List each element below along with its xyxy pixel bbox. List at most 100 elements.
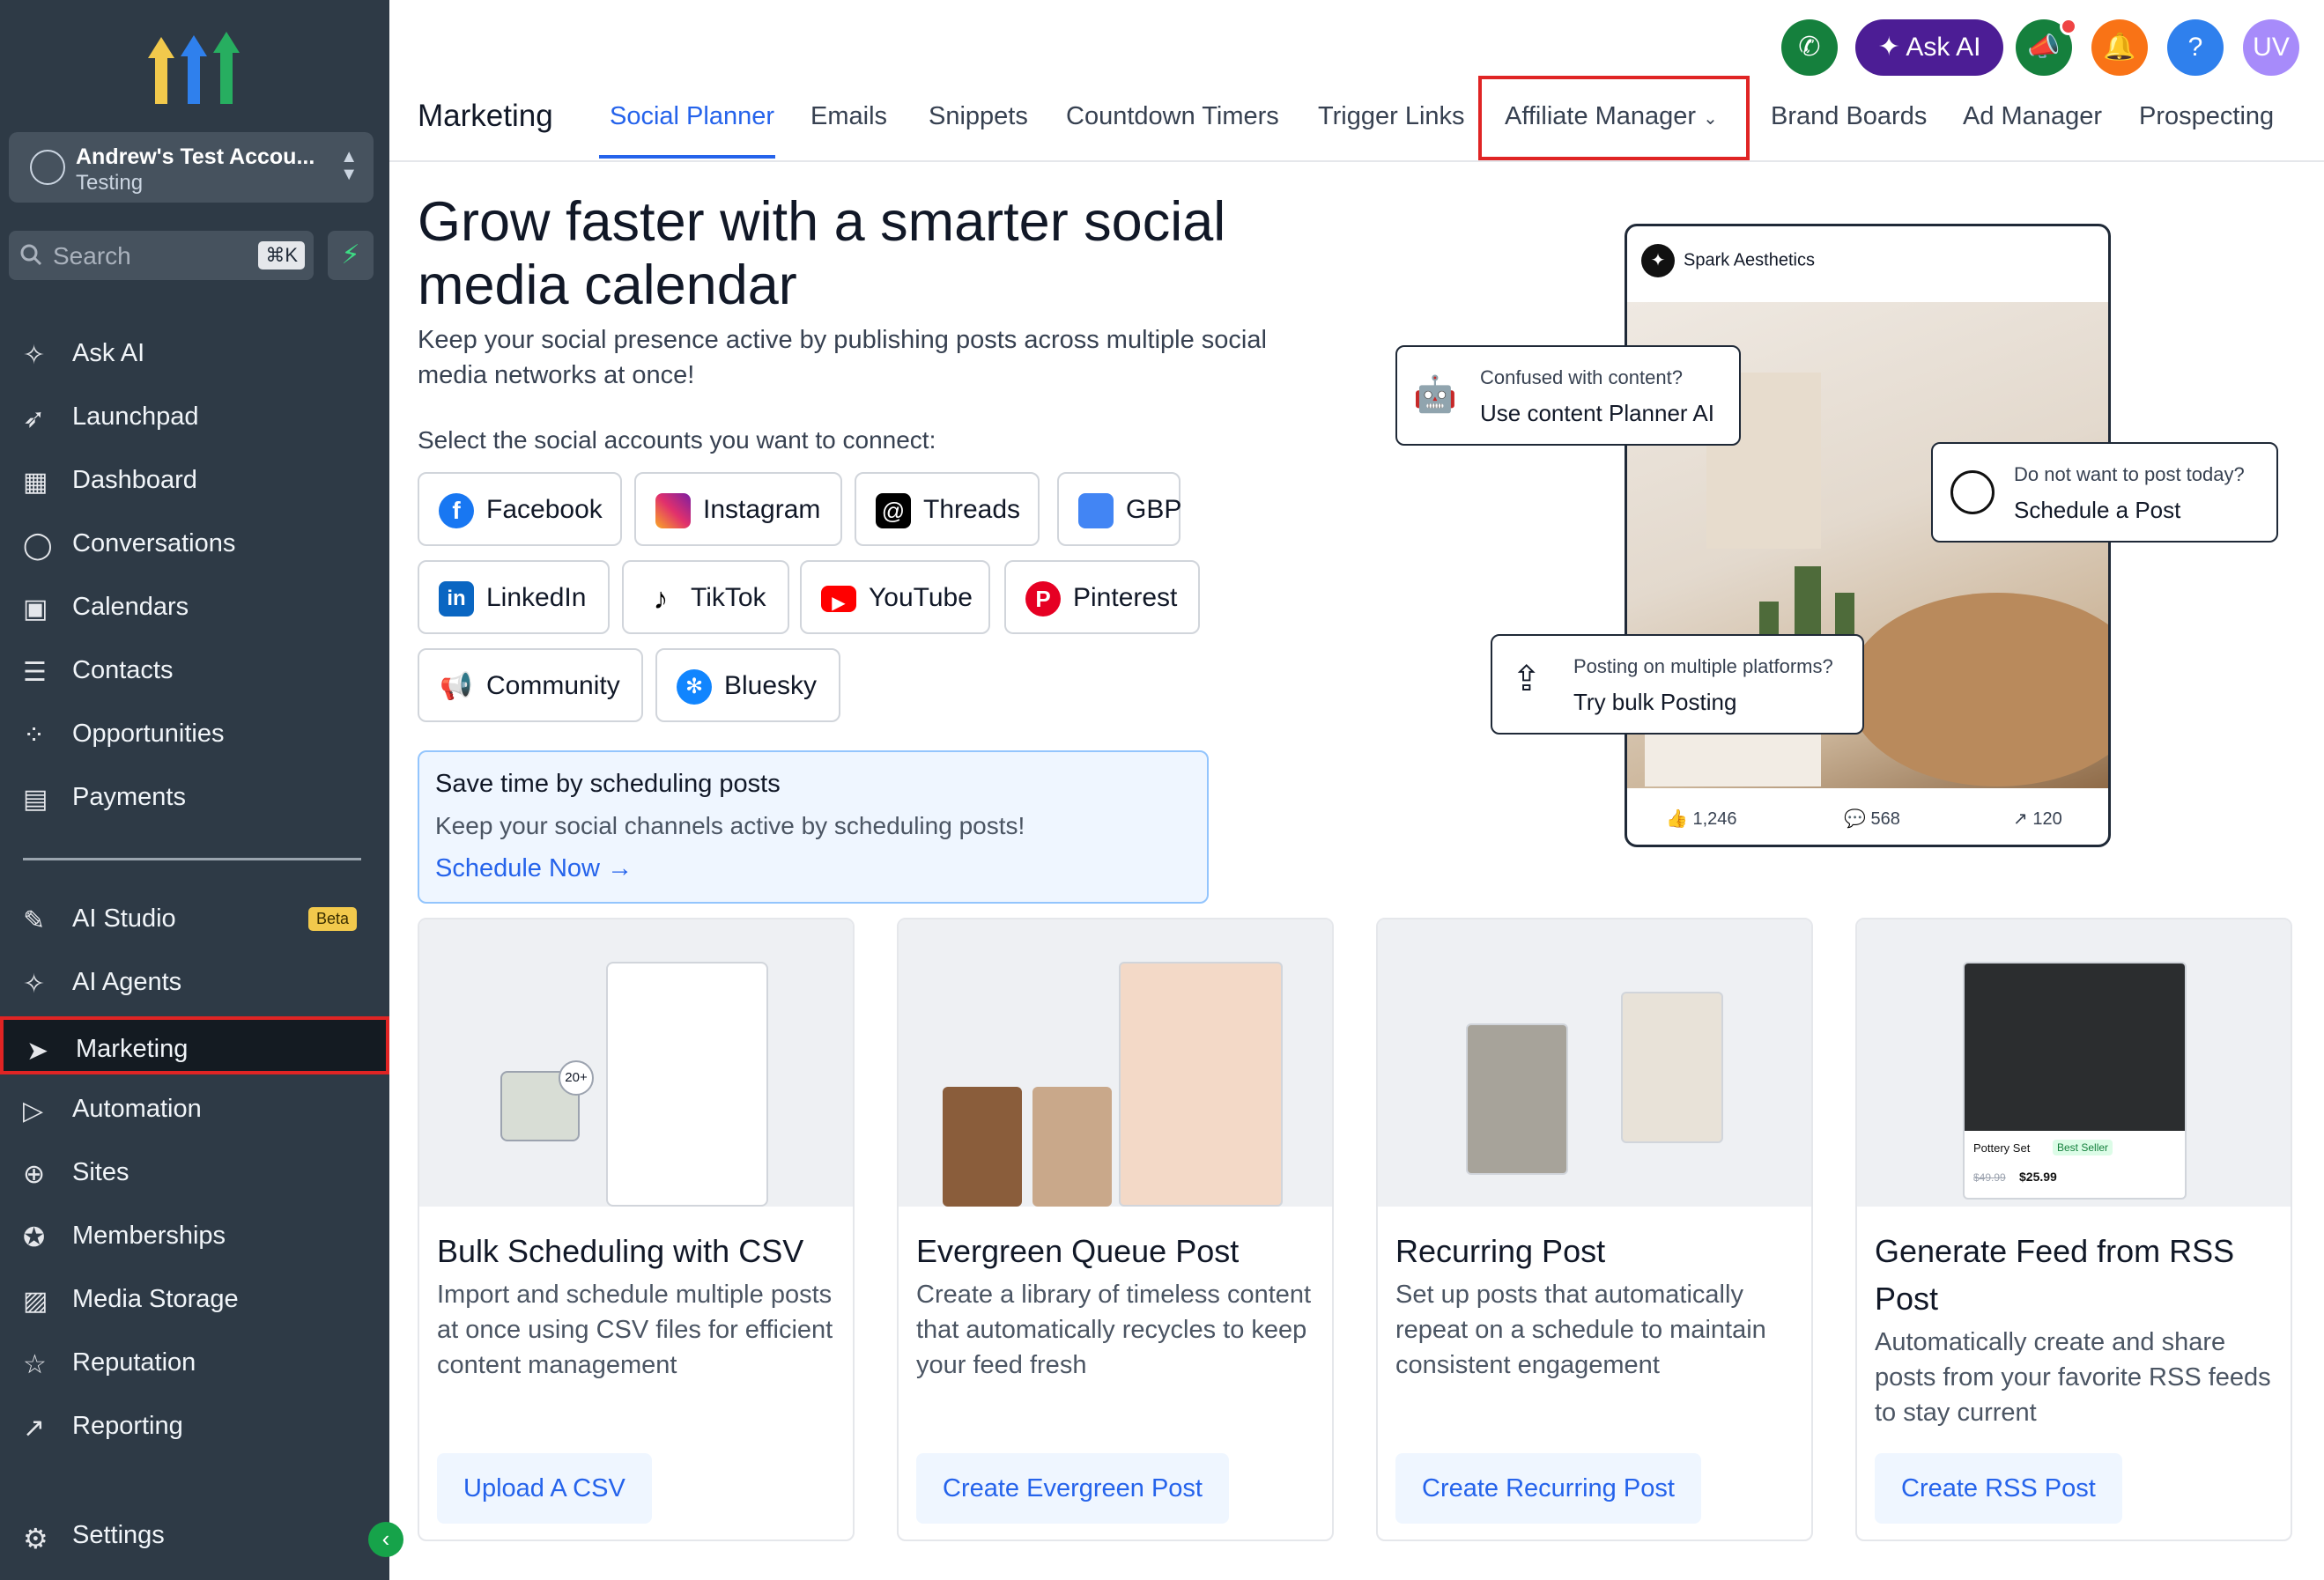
bell-icon[interactable]: 🔔 [2091,19,2148,76]
sidebar-item-settings[interactable]: ⚙ Settings [0,1506,389,1564]
spark-logo-icon: ✦ [1641,244,1675,277]
help-button[interactable]: ? [2167,19,2224,76]
preview-account-name: Spark Aesthetics [1684,250,1815,270]
tab-prospecting[interactable]: Prospecting [2139,102,2274,131]
shares-count: ↗ 120 [2013,809,2062,829]
tab-ad-manager[interactable]: Ad Manager [1963,102,2102,131]
linkedin-icon: in [439,581,474,616]
sparkle-icon: ✧ [23,970,46,999]
connect-instagram-button[interactable]: Instagram [634,472,842,546]
sidebar-item-label: Opportunities [72,720,225,748]
network-label: LinkedIn [486,583,587,612]
likes-count: 👍 1,246 [1666,809,1737,829]
pottery-new-price: $25.99 [2019,1170,2057,1184]
sidebar-item-media-storage[interactable]: ▨ Media Storage [0,1270,389,1328]
connect-tiktok-button[interactable]: ♪ TikTok [622,560,789,634]
tab-emails[interactable]: Emails [810,102,887,131]
shortcut-hint: ⌘K [258,241,305,269]
bulk-csv-card: 20+ Bulk Scheduling with CSV Import and … [418,918,855,1541]
connect-linkedin-button[interactable]: in LinkedIn [418,560,610,634]
network-label: TikTok [691,583,766,612]
sidebar-item-ask-ai[interactable]: ✧ Ask AI [0,324,389,382]
sidebar-item-dashboard[interactable]: ▦ Dashboard [0,451,389,509]
sidebar-item-launchpad[interactable]: ➶ Launchpad [0,388,389,446]
preview-account: ✦ Spark Aesthetics [1641,244,1815,277]
sidebar-item-ai-agents[interactable]: ✧ AI Agents [0,953,389,1011]
avatar[interactable]: UV [2243,19,2299,76]
sidebar-item-label: Sites [72,1158,130,1186]
account-name: Andrew's Test Accou... [76,144,315,169]
promo-title: Save time by scheduling posts [435,770,781,798]
play-circle-icon: ▷ [23,1096,44,1126]
tip-answer: Use content Planner AI [1480,400,1714,426]
bulk-count-badge: 20+ [559,1060,594,1096]
create-evergreen-post-button[interactable]: Create Evergreen Post [916,1453,1229,1524]
rocket-icon: ➶ [23,404,46,433]
connect-youtube-button[interactable]: ▶ YouTube [800,560,990,634]
create-rss-post-button[interactable]: Create RSS Post [1875,1453,2122,1524]
upload-csv-button[interactable]: Upload A CSV [437,1453,652,1524]
tip-question: Posting on multiple platforms? [1573,655,1833,677]
sidebar-item-ai-studio[interactable]: ✎ AI Studio Beta [0,890,389,948]
sidebar-item-calendars[interactable]: ▣ Calendars [0,578,389,636]
globe-icon: ⊕ [23,1160,46,1189]
sidebar-item-label: Contacts [72,656,174,684]
contact-card-icon: ☰ [23,658,47,687]
sidebar: Andrew's Test Accou... Testing ▲ ▼ Search… [0,0,403,1580]
connect-bluesky-button[interactable]: ✻ Bluesky [655,648,840,722]
account-subtitle: Testing [76,171,144,195]
sidebar-item-sites[interactable]: ⊕ Sites [0,1143,389,1201]
sidebar-item-automation[interactable]: ▷ Automation [0,1080,389,1138]
network-label: Pinterest [1073,583,1178,612]
account-switcher[interactable]: Andrew's Test Accou... Testing ▲ ▼ [9,132,374,203]
connect-facebook-button[interactable]: f Facebook [418,472,622,546]
pottery-tag: Best Seller [2053,1140,2113,1155]
quick-action-bolt-icon[interactable]: ⚡ [328,231,374,280]
butterfly-icon: ✻ [677,669,712,705]
sidebar-item-reputation[interactable]: ☆ Reputation [0,1333,389,1392]
connect-gbp-button[interactable]: GBP [1057,472,1181,546]
sidebar-item-label: AI Studio [72,904,176,933]
sidebar-item-payments[interactable]: ▤ Payments [0,768,389,826]
nodes-icon: ⁘ [23,721,46,750]
sidebar-item-opportunities[interactable]: ⁘ Opportunities [0,705,389,763]
sidebar-item-marketing[interactable]: ➤ Marketing [0,1016,389,1074]
sidebar-item-label: Payments [72,783,186,811]
sidebar-item-label: Dashboard [72,466,197,494]
connect-community-button[interactable]: 📢 Community [418,648,643,722]
youtube-icon: ▶ [821,586,856,613]
tab-countdown-timers[interactable]: Countdown Timers [1066,102,1279,131]
receipt-icon: ▤ [23,785,48,814]
comments-value: 568 [1870,809,1900,829]
connect-pinterest-button[interactable]: P Pinterest [1004,560,1200,634]
rss-illustration: Pottery Set Best Seller $49.99 $25.99 [1857,919,2291,1207]
sidebar-item-contacts[interactable]: ☰ Contacts [0,641,389,699]
card-title: Evergreen Queue Post [916,1233,1240,1269]
comments-count: 💬 568 [1844,809,1900,829]
connect-threads-button[interactable]: @ Threads [855,472,1040,546]
chevron-updown-icon: ▲ ▼ [340,147,358,184]
sidebar-item-memberships[interactable]: ✪ Memberships [0,1207,389,1265]
tab-social-planner[interactable]: Social Planner [610,102,774,131]
schedule-now-link[interactable]: Schedule Now → [435,854,633,883]
calendar-icon: ▣ [23,594,48,624]
tab-trigger-links[interactable]: Trigger Links [1318,102,1465,131]
create-recurring-post-button[interactable]: Create Recurring Post [1395,1453,1701,1524]
network-label: Threads [923,495,1021,524]
card-description: Automatically create and share posts fro… [1875,1328,2271,1427]
ai-studio-icon: ✎ [23,906,46,935]
sidebar-item-conversations[interactable]: ◯ Conversations [0,514,389,572]
chat-bubble-icon: ◯ [23,531,53,560]
network-label: Instagram [703,495,821,524]
sidebar-item-reporting[interactable]: ↗ Reporting [0,1397,389,1455]
tab-snippets[interactable]: Snippets [929,102,1028,131]
card-description: Import and schedule multiple posts at on… [437,1281,833,1379]
sidebar-item-label: Calendars [72,593,189,621]
tab-brand-boards[interactable]: Brand Boards [1771,102,1927,131]
ask-ai-button[interactable]: ✦ Ask AI [1855,19,2003,76]
phone-icon[interactable]: ✆ [1781,19,1838,76]
network-label: Facebook [486,495,603,524]
recurring-illustration [1378,919,1811,1207]
main-content: ✆ ✦ Ask AI 📣 🔔 ? UV Marketing Social Pla… [389,0,2324,1580]
search-input[interactable]: Search ⌘K [9,231,314,280]
